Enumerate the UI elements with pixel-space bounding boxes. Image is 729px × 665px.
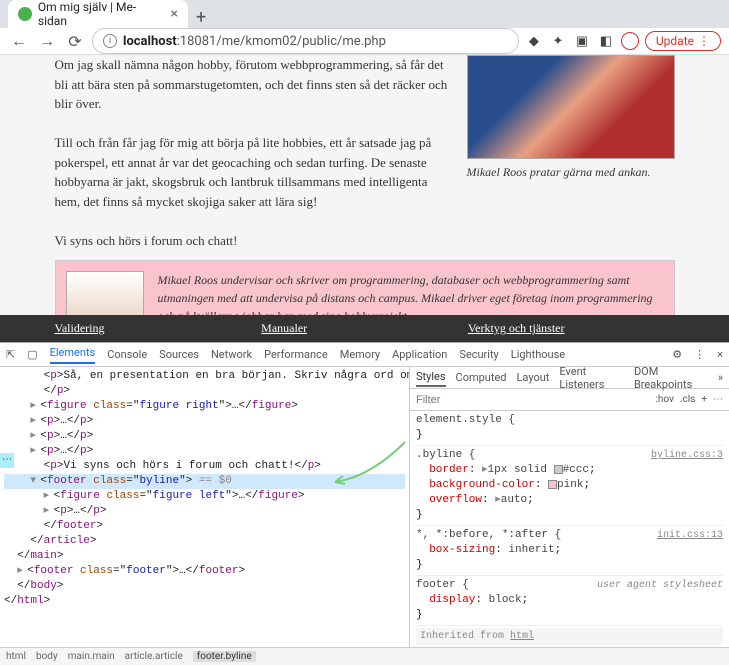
device-icon[interactable]: ▢ (27, 348, 37, 361)
address-bar[interactable]: i localhost:18081/me/kmom02/public/me.ph… (92, 28, 519, 54)
browser-tab-strip: Om mig själv | Me-sidan × + (0, 0, 729, 28)
tab-event-listeners[interactable]: Event Listeners (559, 367, 624, 391)
extension-icon[interactable]: ◧ (597, 32, 615, 50)
footer-col[interactable]: Validering (55, 321, 262, 336)
styles-filter: :hov .cls + ⋯ (410, 389, 729, 411)
styles-panel: Styles Computed Layout Event Listeners D… (409, 367, 729, 647)
footer-col[interactable]: Verktyg och tjänster (468, 321, 675, 336)
add-rule-button[interactable]: + (701, 394, 707, 405)
favicon-icon (18, 7, 32, 21)
page-footer: Validering Manualer Verktyg och tjänster (0, 315, 729, 342)
figure-left: Mikael Roos (66, 271, 146, 315)
more-icon[interactable]: » (718, 371, 723, 384)
tab-performance[interactable]: Performance (264, 348, 328, 361)
footer-col[interactable]: Manualer (261, 321, 468, 336)
page-content: Mikael Roos pratar gärna med ankan. Om j… (0, 55, 729, 315)
tab-application[interactable]: Application (392, 348, 447, 361)
tab-computed[interactable]: Computed (456, 371, 507, 384)
profile-avatar[interactable] (621, 32, 639, 50)
paragraph: Vi syns och hörs i forum och chatt! (55, 231, 675, 251)
styles-rules[interactable]: element.style { } byline.css:3 .byline {… (410, 411, 729, 647)
tab-title: Om mig själv | Me-sidan (38, 0, 165, 28)
close-icon[interactable]: × (171, 6, 178, 22)
tab-lighthouse[interactable]: Lighthouse (511, 348, 565, 361)
dom-tree[interactable]: ⋯ <p>Så, en presentation en bra början. … (0, 367, 409, 647)
tab-memory[interactable]: Memory (340, 348, 380, 361)
hov-toggle[interactable]: :hov (655, 394, 673, 405)
hero-image (467, 55, 675, 159)
url-path: :18081/me/kmom02/public/me.php (177, 34, 386, 49)
tab-network[interactable]: Network (211, 348, 252, 361)
tab-dom-breakpoints[interactable]: DOM Breakpoints (634, 367, 708, 391)
filter-input[interactable] (416, 394, 649, 406)
gear-icon[interactable]: ⚙ (672, 348, 682, 361)
back-button[interactable]: ← (8, 31, 30, 51)
inspect-icon[interactable]: ⇱ (6, 348, 15, 361)
crumb[interactable]: html (6, 651, 26, 662)
reload-button[interactable]: ⟳ (64, 32, 86, 51)
author-image (66, 271, 144, 315)
styles-tabs: Styles Computed Layout Event Listeners D… (410, 367, 729, 389)
crumb[interactable]: body (36, 651, 58, 662)
extension-icon[interactable]: ◆ (525, 32, 543, 50)
cls-toggle[interactable]: .cls (680, 394, 695, 405)
close-icon[interactable]: × (717, 348, 723, 361)
figure-right: Mikael Roos pratar gärna med ankan. (467, 55, 675, 181)
crumb[interactable]: article.article (125, 651, 183, 662)
site-info-icon[interactable]: i (103, 34, 117, 48)
color-swatch[interactable] (554, 465, 563, 474)
new-tab-button[interactable]: + (188, 7, 214, 28)
extension-icon[interactable]: ▣ (573, 32, 591, 50)
byline-text: Mikael Roos undervisar och skriver om pr… (66, 271, 664, 315)
rule-source[interactable]: byline.css:3 (651, 448, 723, 463)
tab-elements[interactable]: Elements (50, 346, 96, 364)
menu-icon: ⋮ (698, 34, 710, 48)
crumb[interactable]: main.main (68, 651, 115, 662)
dom-badge: ⋯ (0, 453, 14, 468)
update-button[interactable]: Update ⋮ (645, 31, 721, 51)
tab-console[interactable]: Console (107, 348, 147, 361)
forward-button[interactable]: → (36, 31, 58, 51)
color-swatch[interactable] (548, 480, 557, 489)
crumb[interactable]: footer.byline (193, 651, 256, 662)
devtools-tabs: ⇱ ▢ Elements Console Sources Network Per… (0, 343, 729, 367)
tab-styles[interactable]: Styles (416, 370, 446, 387)
rule-source: user agent stylesheet (597, 578, 723, 593)
tab-layout[interactable]: Layout (517, 371, 550, 384)
tab-sources[interactable]: Sources (159, 348, 199, 361)
tab-security[interactable]: Security (459, 348, 498, 361)
breadcrumb: html body main.main article.article foot… (0, 647, 729, 665)
inherited-from: Inherited from html (416, 628, 723, 645)
more-icon[interactable]: ⋯ (713, 394, 723, 405)
rule-selector[interactable]: element.style { (416, 413, 723, 428)
menu-icon[interactable]: ⋮ (694, 348, 705, 361)
url-host: localhost (123, 34, 177, 49)
browser-tab[interactable]: Om mig själv | Me-sidan × (8, 0, 188, 28)
devtools: ⇱ ▢ Elements Console Sources Network Per… (0, 342, 729, 665)
rule-source[interactable]: init.css:13 (657, 528, 723, 543)
extension-icon[interactable]: ✦ (549, 32, 567, 50)
byline: Mikael Roos Mikael Roos undervisar och s… (55, 260, 675, 315)
figure-caption: Mikael Roos pratar gärna med ankan. (467, 163, 675, 181)
browser-toolbar: ← → ⟳ i localhost:18081/me/kmom02/public… (0, 28, 729, 55)
